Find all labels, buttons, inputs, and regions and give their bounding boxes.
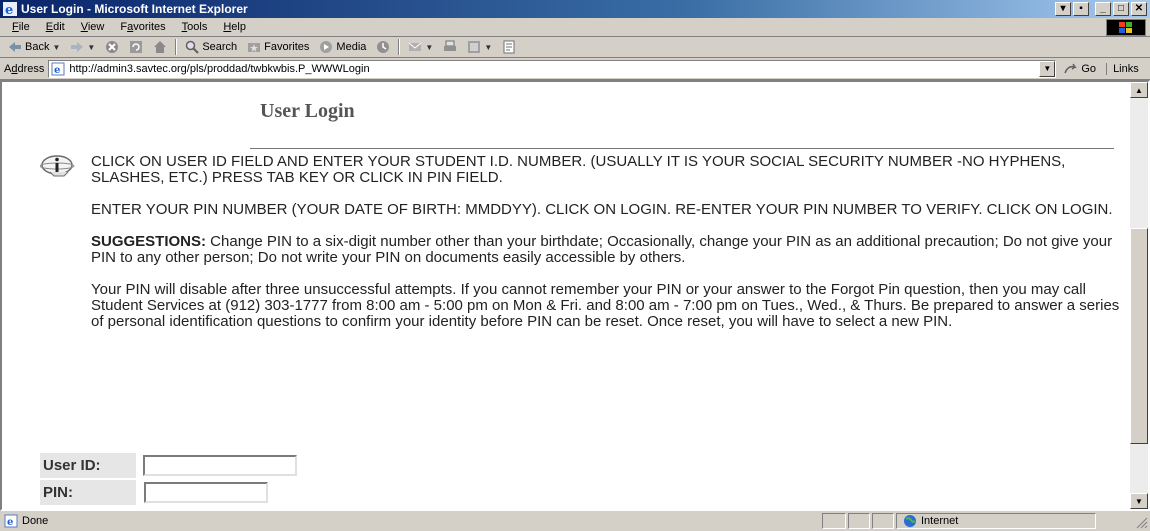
svg-text:e: e [5,3,13,16]
maximize-button[interactable]: □ [1113,2,1129,16]
mail-icon [409,42,422,51]
go-arrow-icon [1064,63,1078,73]
window-title: User Login - Microsoft Internet Explorer [21,2,248,16]
vertical-scrollbar[interactable]: ▲ ▼ [1130,82,1148,509]
home-icon [154,41,167,53]
mail-button[interactable]: ▼ [404,38,437,57]
title-bar: e User Login - Microsoft Internet Explor… [0,0,1150,18]
stop-button[interactable] [101,38,123,57]
chevron-down-icon: ▼ [425,42,434,52]
close-button[interactable]: ✕ [1131,2,1147,16]
history-button[interactable] [372,38,394,57]
scroll-down-arrow-icon[interactable]: ▼ [1130,493,1148,509]
menu-favorites[interactable]: Favorites [112,21,173,33]
menu-bar: File Edit View Favorites Tools Help [0,18,1150,37]
favorites-folder-icon [248,43,261,52]
address-bar: Address e ▼ Go Links [0,58,1150,80]
refresh-icon [130,41,143,53]
menu-file[interactable]: File [4,21,38,33]
userid-row: User ID: [40,453,297,478]
home-button[interactable] [149,38,171,57]
info-icon [40,155,75,177]
minimize-button[interactable]: _ [1095,2,1111,16]
address-field[interactable]: e ▼ [48,59,1057,78]
page-icon: e [51,62,65,76]
chevron-down-icon: ▼ [87,42,96,52]
restore-icon-button[interactable]: ▪ [1073,2,1089,16]
windows-logo-icon [1106,19,1146,36]
toolbar-separator [398,39,401,55]
favorites-button[interactable]: Favorites [243,38,313,57]
heading-divider [250,148,1114,149]
svg-text:e: e [54,65,60,76]
history-icon [377,41,390,53]
instruction-suggestions: SUGGESTIONS: Change PIN to a six-digit n… [91,234,1121,266]
scroll-thumb[interactable] [1130,228,1148,444]
status-pane-lock [848,513,870,529]
chevron-down-icon: ▼ [484,42,493,52]
go-button[interactable]: Go [1064,63,1096,75]
search-button[interactable]: Search [181,38,241,57]
discuss-button[interactable] [498,38,520,57]
chevron-down-icon: ▼ [52,42,61,52]
pin-row: PIN: [40,480,297,505]
menu-tools[interactable]: Tools [174,21,216,33]
url-input[interactable] [69,62,1030,75]
address-label: Address [4,62,45,75]
edit-icon [468,41,481,53]
search-icon [186,40,200,54]
links-button[interactable]: Links [1106,62,1139,75]
login-instructions: CLICK ON USER ID FIELD AND ENTER YOUR ST… [91,154,1121,346]
suggestions-label: SUGGESTIONS: [91,233,207,250]
media-button[interactable]: Media [315,38,370,57]
svg-text:e: e [7,517,13,528]
instruction-pin: ENTER YOUR PIN NUMBER (YOUR DATE OF BIRT… [91,201,1113,218]
instruction-lockout: Your PIN will disable after three unsucc… [91,281,1120,330]
menu-view[interactable]: View [73,21,113,33]
chevron-down-icon[interactable]: ▼ [1039,60,1056,77]
globe-icon [904,515,916,527]
forward-button[interactable]: ▼ [66,38,99,57]
view-icon-button[interactable]: ▾ [1055,2,1071,16]
status-pane-progress [822,513,846,529]
print-button[interactable] [439,38,461,57]
forward-arrow-icon [71,42,84,52]
refresh-button[interactable] [125,38,147,57]
menu-edit[interactable]: Edit [38,21,73,33]
status-message: e Done [0,514,820,528]
security-zone: Internet [896,513,1096,529]
page-content: User Login CLICK ON USER ID FIELD AND EN… [2,82,1130,509]
login-form: User ID: PIN: [40,453,297,507]
status-pane-misc [872,513,894,529]
resize-grip-icon[interactable] [1136,517,1148,529]
pin-field[interactable] [144,482,268,503]
menu-help[interactable]: Help [215,21,254,33]
print-icon [444,40,457,51]
pin-label: PIN: [40,480,136,505]
back-button[interactable]: Back ▼ [4,38,64,57]
back-arrow-icon [9,42,21,52]
instruction-userid: CLICK ON USER ID FIELD AND ENTER YOUR ST… [91,153,1066,186]
userid-label: User ID: [40,453,136,478]
media-icon [320,41,333,53]
suggestions-text: Change PIN to a six-digit number other t… [91,233,1113,266]
browser-viewport: User Login CLICK ON USER ID FIELD AND EN… [0,80,1150,511]
discuss-icon [503,40,515,54]
page-done-icon: e [4,514,18,528]
page-title: User Login [260,100,355,122]
userid-field[interactable] [143,455,297,476]
stop-icon [106,41,119,53]
scroll-up-arrow-icon[interactable]: ▲ [1130,82,1148,98]
edit-button[interactable]: ▼ [463,38,496,57]
ie-logo-icon: e [3,2,17,16]
status-bar: e Done Internet [0,511,1150,531]
toolbar-separator [175,39,178,55]
standard-toolbar: Back ▼ ▼ Search Favorites Media ▼ ▼ [0,37,1150,58]
